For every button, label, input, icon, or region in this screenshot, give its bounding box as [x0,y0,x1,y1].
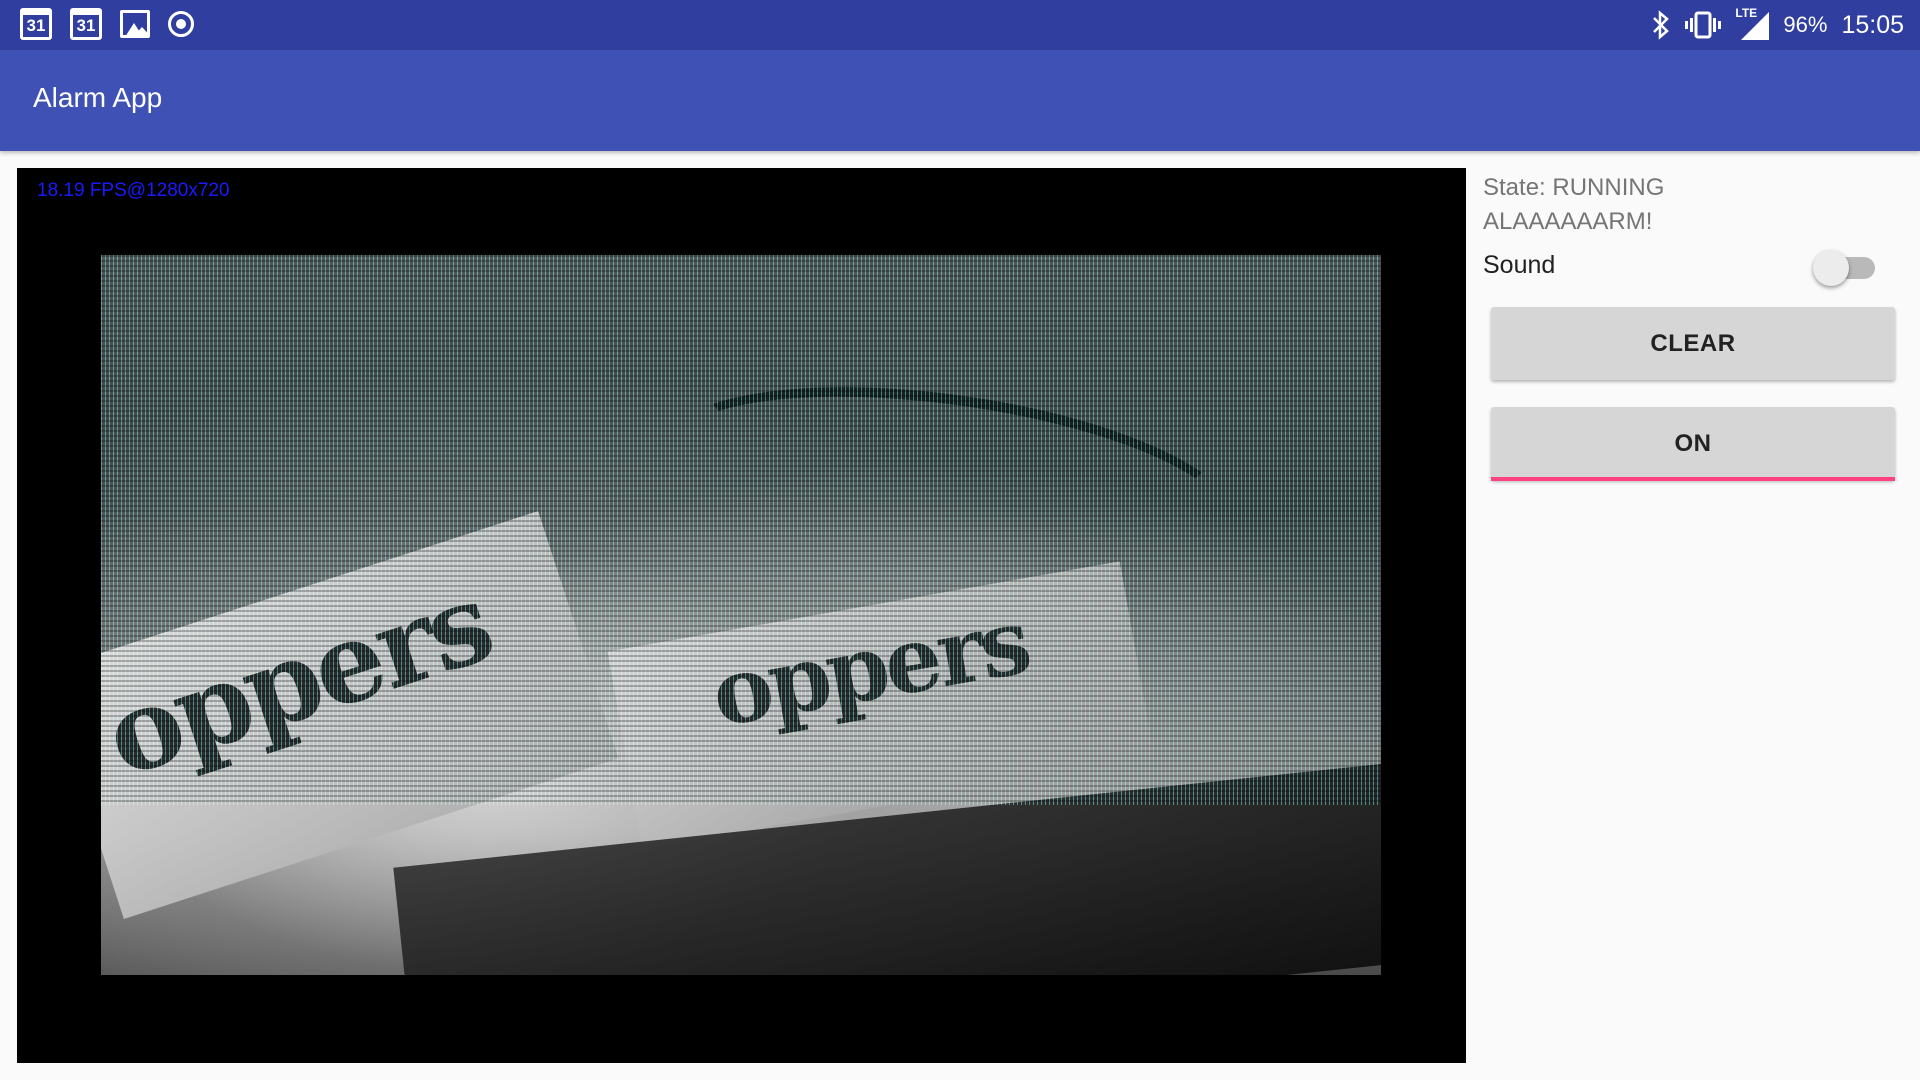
lte-signal-icon: LTE [1735,6,1770,42]
record-icon [168,11,194,37]
calendar-icon: 31 [20,8,52,40]
on-button-label: ON [1674,429,1712,457]
camera-preview: 18.19 FPS@1280x720 oppers oppers [17,168,1466,1063]
alarm-message: ALAAAAAARM! [1483,208,1653,235]
on-button[interactable]: ON [1491,407,1895,481]
calendar-day: 31 [76,16,96,35]
bluetooth-icon [1653,10,1670,40]
app-bar: Alarm App [0,50,1920,151]
sound-switch[interactable] [1811,246,1881,286]
calendar-icon: 31 [70,8,102,40]
clear-button[interactable]: CLEAR [1491,307,1895,380]
state-text: State: RUNNING ALAAAAAARM! [1483,171,1664,239]
image-icon [120,10,150,38]
control-panel: State: RUNNING ALAAAAAARM! Sound CLEAR O… [1466,151,1920,1080]
calendar-day: 31 [26,16,46,35]
sound-label: Sound [1483,251,1556,279]
battery-level: 96% [1783,12,1828,37]
camera-feed: oppers oppers [101,255,1381,975]
toggle-indicator [1491,477,1895,481]
system-icons: LTE 96% 15:05 [1651,0,1904,50]
fps-overlay: 18.19 FPS@1280x720 [37,180,230,201]
switch-thumb [1813,250,1849,286]
notification-icons: 31 31 [20,8,194,40]
app-title: Alarm App [33,82,163,113]
clock: 15:05 [1841,10,1904,39]
vibrate-icon [1685,11,1722,39]
state-status: State: RUNNING [1483,174,1665,201]
status-bar: 31 31 LTE 96% 15:05 [0,0,1920,50]
